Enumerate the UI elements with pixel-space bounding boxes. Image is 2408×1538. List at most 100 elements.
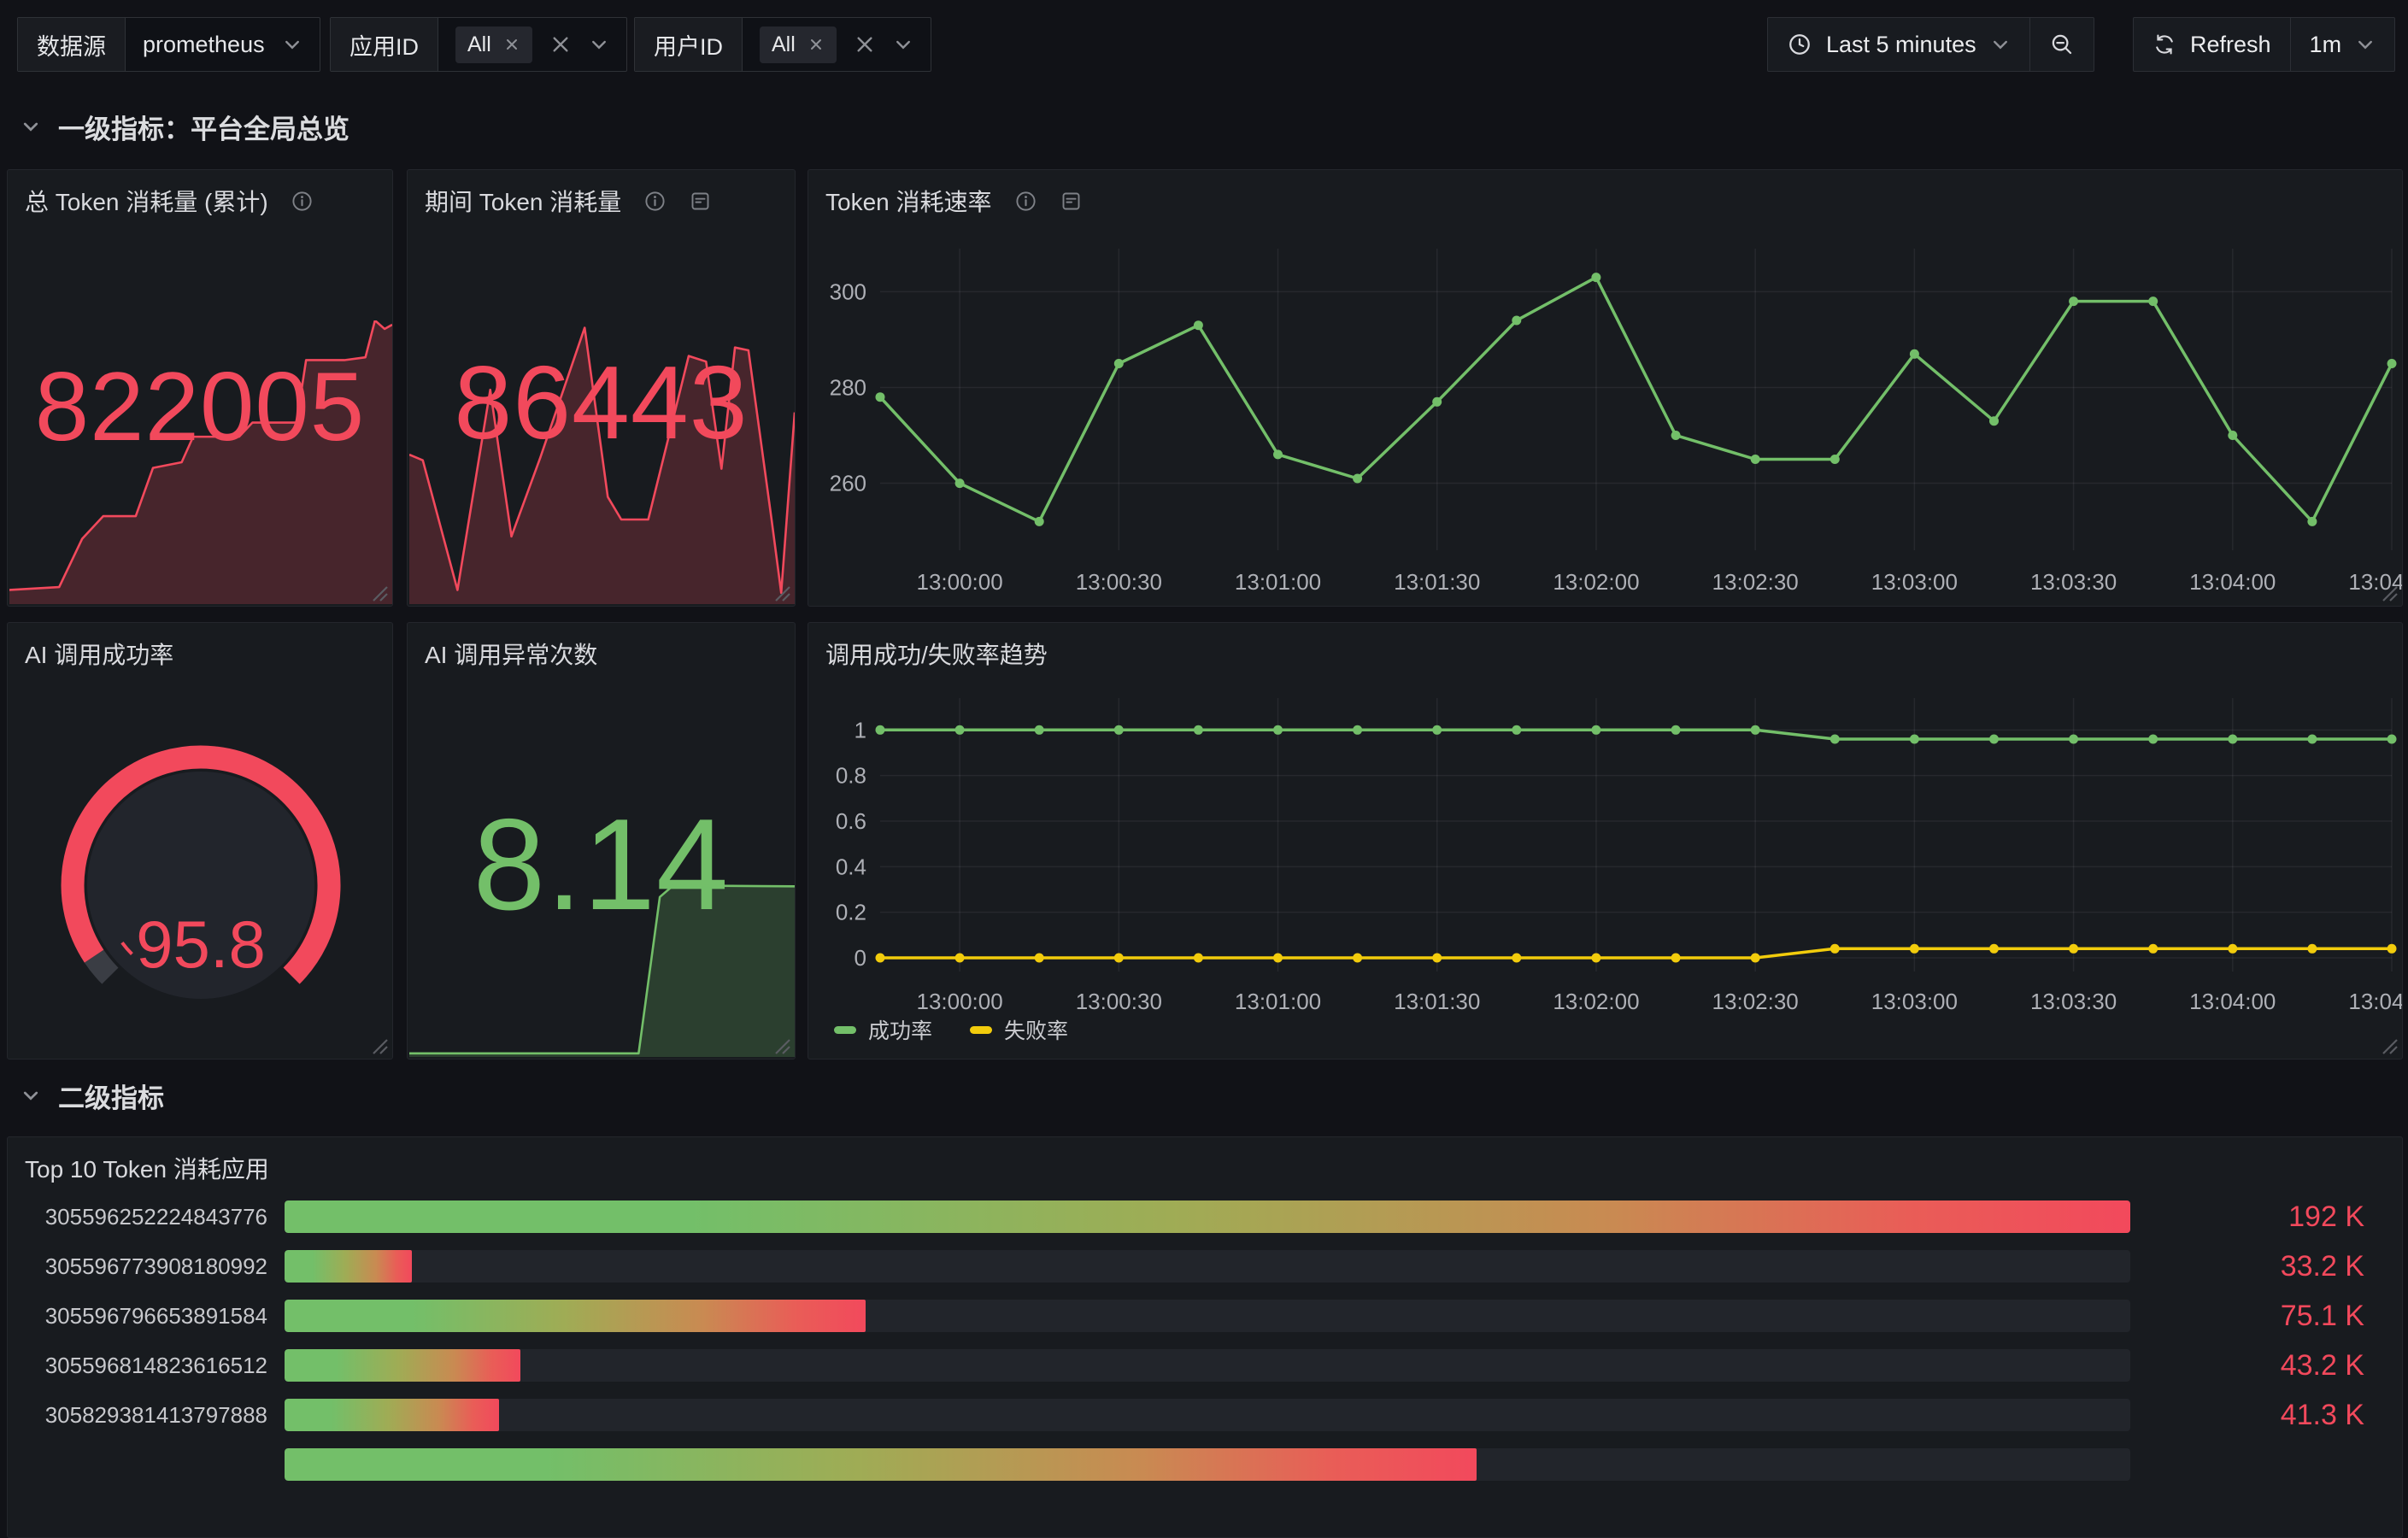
resize-handle[interactable] bbox=[2380, 1036, 2399, 1055]
panel-top10-apps: Top 10 Token 消耗应用 305596252224843776 192… bbox=[7, 1136, 2403, 1538]
bar-track bbox=[285, 1448, 2130, 1481]
panel-title[interactable]: AI 调用成功率 bbox=[25, 637, 173, 671]
svg-text:13:03:30: 13:03:30 bbox=[2030, 989, 2117, 1014]
clear-selection-icon[interactable] bbox=[854, 33, 876, 56]
svg-text:300: 300 bbox=[830, 279, 866, 304]
svg-text:13:00:30: 13:00:30 bbox=[1076, 989, 1162, 1014]
resize-handle[interactable] bbox=[370, 584, 389, 602]
info-icon[interactable] bbox=[291, 190, 314, 213]
resize-handle[interactable] bbox=[370, 1036, 389, 1055]
svg-text:13:02:00: 13:02:00 bbox=[1553, 989, 1639, 1014]
panel-period-tokens: 期间 Token 消耗量 86443 bbox=[407, 169, 796, 607]
token-count-value: 43.2 K bbox=[2130, 1349, 2364, 1382]
bar-fill bbox=[285, 1200, 2130, 1233]
bar-fill bbox=[285, 1448, 1477, 1481]
refresh-button[interactable]: Refresh bbox=[2134, 18, 2290, 71]
filter-chip[interactable]: All bbox=[455, 26, 532, 63]
datasource-value-box[interactable]: prometheus bbox=[126, 18, 320, 71]
legend-label: 失败率 bbox=[1004, 1014, 1068, 1045]
datasource-picker[interactable]: 数据源 prometheus bbox=[17, 17, 320, 72]
svg-text:1: 1 bbox=[855, 717, 866, 743]
chevron-down-icon[interactable] bbox=[282, 34, 302, 55]
svg-text:13:02:30: 13:02:30 bbox=[1712, 989, 1799, 1014]
svg-text:13:00:30: 13:00:30 bbox=[1076, 569, 1162, 595]
section-title: 一级指标：平台全局总览 bbox=[58, 108, 349, 146]
panel-title[interactable]: Top 10 Token 消耗应用 bbox=[25, 1151, 269, 1185]
bar-fill bbox=[285, 1250, 412, 1283]
info-icon[interactable] bbox=[1014, 190, 1037, 213]
legend-label: 成功率 bbox=[868, 1014, 932, 1045]
close-icon[interactable] bbox=[808, 36, 825, 53]
svg-text:13:00:00: 13:00:00 bbox=[916, 569, 1002, 595]
legend-color-chip bbox=[834, 1026, 856, 1034]
app-id-label: 305596796653891584 bbox=[26, 1303, 267, 1330]
clock-icon bbox=[1787, 32, 1812, 57]
legend-item[interactable]: 失败率 bbox=[970, 1014, 1068, 1045]
filter-user-id-label: 用户ID bbox=[635, 18, 743, 71]
panel-error-count: AI 调用异常次数 8.14 bbox=[407, 622, 796, 1060]
chevron-down-icon bbox=[1990, 34, 2011, 55]
panel-title[interactable]: AI 调用异常次数 bbox=[425, 637, 597, 671]
bar-track bbox=[285, 1399, 2130, 1431]
resize-handle[interactable] bbox=[772, 584, 791, 602]
section-row-primary[interactable]: 一级指标：平台全局总览 bbox=[21, 108, 349, 145]
table-row bbox=[26, 1448, 2364, 1481]
success-rate-gauge: 95.8 bbox=[56, 740, 346, 1030]
panel-title[interactable]: 期间 Token 消耗量 bbox=[425, 184, 621, 218]
svg-text:13:02:00: 13:02:00 bbox=[1553, 569, 1639, 595]
section-title: 二级指标 bbox=[58, 1077, 164, 1115]
panel-title[interactable]: Token 消耗速率 bbox=[825, 184, 992, 218]
refresh-interval-value: 1m bbox=[2310, 32, 2342, 58]
bar-track bbox=[285, 1200, 2130, 1233]
section-row-secondary[interactable]: 二级指标 bbox=[21, 1077, 164, 1114]
svg-text:13:04:00: 13:04:00 bbox=[2189, 989, 2276, 1014]
panel-links-icon[interactable] bbox=[1060, 190, 1083, 213]
svg-text:13:04:30: 13:04:30 bbox=[2348, 989, 2403, 1014]
filter-user-id[interactable]: 用户ID All bbox=[634, 17, 931, 72]
datasource-value[interactable]: prometheus bbox=[143, 32, 265, 58]
token-count-value: 41.3 K bbox=[2130, 1399, 2364, 1432]
chevron-down-icon[interactable] bbox=[893, 34, 913, 55]
refresh-icon bbox=[2153, 32, 2176, 56]
info-icon[interactable] bbox=[643, 190, 667, 213]
filter-chip[interactable]: All bbox=[760, 26, 837, 63]
chevron-down-icon bbox=[2355, 34, 2376, 55]
panel-success-rate: AI 调用成功率 95.8 bbox=[7, 622, 393, 1060]
panel-title[interactable]: 总 Token 消耗量 (累计) bbox=[25, 184, 268, 218]
time-range-label: Last 5 minutes bbox=[1826, 32, 1976, 58]
panel-links-icon[interactable] bbox=[689, 190, 712, 213]
panel-token-rate: Token 消耗速率 26028030013:00:0013:00:3013:0… bbox=[808, 169, 2403, 607]
period-tokens-sparkline bbox=[409, 322, 795, 604]
svg-text:0.6: 0.6 bbox=[836, 808, 866, 834]
svg-text:95.8: 95.8 bbox=[136, 907, 266, 982]
table-row: 305596814823616512 43.2 K bbox=[26, 1349, 2364, 1382]
resize-handle[interactable] bbox=[772, 1036, 791, 1055]
svg-text:0.4: 0.4 bbox=[836, 854, 866, 879]
time-range-button[interactable]: Last 5 minutes bbox=[1768, 18, 2029, 71]
resize-handle[interactable] bbox=[2380, 584, 2399, 602]
filter-app-id-label: 应用ID bbox=[331, 18, 438, 71]
datasource-label: 数据源 bbox=[18, 18, 126, 71]
legend-item[interactable]: 成功率 bbox=[834, 1014, 932, 1045]
panel-title[interactable]: 调用成功/失败率趋势 bbox=[825, 637, 1048, 671]
table-row: 305596796653891584 75.1 K bbox=[26, 1300, 2364, 1332]
svg-text:0: 0 bbox=[855, 945, 866, 971]
refresh-interval-button[interactable]: 1m bbox=[2290, 18, 2395, 71]
svg-text:0.8: 0.8 bbox=[836, 763, 866, 789]
success-fail-trend-chart: 00.20.40.60.8113:00:0013:00:3013:01:0013… bbox=[808, 678, 2403, 1060]
grafana-dashboard: 数据源 prometheus 应用ID All 用户ID bbox=[0, 0, 2408, 1465]
app-id-label: 305596252224843776 bbox=[26, 1204, 267, 1230]
svg-text:280: 280 bbox=[830, 374, 866, 400]
chevron-down-icon[interactable] bbox=[589, 34, 609, 55]
chevron-down-icon bbox=[21, 1085, 41, 1106]
close-icon[interactable] bbox=[503, 36, 520, 53]
bar-track bbox=[285, 1300, 2130, 1332]
bar-fill bbox=[285, 1399, 499, 1431]
filter-app-id[interactable]: 应用ID All bbox=[330, 17, 627, 72]
time-range-group: Last 5 minutes bbox=[1767, 17, 2094, 72]
svg-text:13:01:30: 13:01:30 bbox=[1394, 989, 1480, 1014]
bar-track bbox=[285, 1250, 2130, 1283]
table-row: 305596773908180992 33.2 K bbox=[26, 1250, 2364, 1283]
zoom-out-button[interactable] bbox=[2029, 18, 2094, 71]
clear-selection-icon[interactable] bbox=[549, 33, 572, 56]
